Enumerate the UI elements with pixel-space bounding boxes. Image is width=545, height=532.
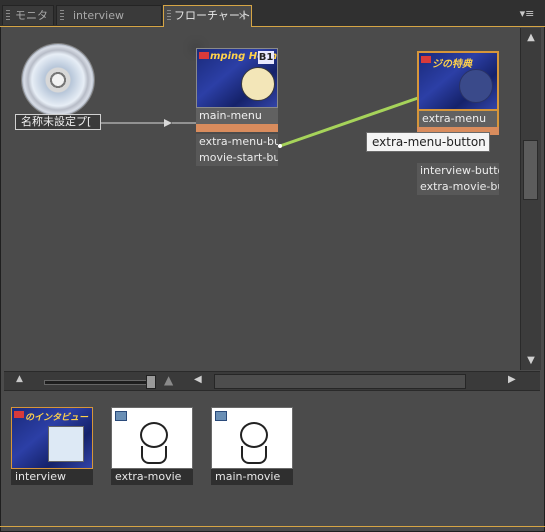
menu-node-title[interactable]: main-menu: [196, 108, 278, 124]
asset-thumbnail: のインタビュー: [11, 407, 93, 469]
dvd-disc-icon[interactable]: [22, 44, 94, 116]
tab-label: モニタ: [15, 9, 48, 22]
character-face-icon: [241, 67, 275, 101]
scroll-down-icon[interactable]: ▼: [524, 354, 538, 368]
flowchart-canvas[interactable]: 名称未設定プ[ mping Hoshi B1 main-menu extra-m…: [4, 28, 520, 370]
tooltip: extra-menu-button: [366, 132, 490, 152]
scroll-up-icon[interactable]: ▲: [524, 31, 538, 45]
menu-tag-icon: [421, 56, 431, 63]
character-body: [141, 446, 167, 464]
tab-label: interview: [73, 9, 124, 22]
asset-thumbnail: [111, 407, 193, 469]
menu-button-row[interactable]: extra-menu-but: [196, 134, 278, 150]
scroll-right-icon[interactable]: ▶: [508, 374, 516, 385]
tab-bar: モニタ interview フローチャート × ▾≡: [0, 0, 545, 27]
panel-menu-icon[interactable]: ▾≡: [515, 7, 539, 21]
thumbnail-title: ジの特典: [432, 59, 472, 70]
menu-node-bar: [196, 124, 278, 132]
zoom-out-icon[interactable]: ▲: [16, 374, 23, 384]
movie-icon: [115, 411, 127, 421]
arrow-head-icon: [164, 119, 172, 127]
asset-thumbnail: [211, 407, 293, 469]
character-body: [241, 446, 267, 464]
link-start-dot: [278, 144, 282, 148]
zoom-slider-thumb[interactable]: [146, 375, 156, 389]
menu-tag-icon: [199, 52, 209, 59]
movie-icon: [215, 411, 227, 421]
grip-icon[interactable]: [60, 10, 64, 22]
scroll-thumb[interactable]: [523, 140, 538, 200]
asset-label: extra-movie: [111, 469, 193, 485]
zoom-slider[interactable]: [44, 380, 154, 385]
tab-interview[interactable]: interview: [56, 5, 162, 25]
menu-node-title[interactable]: extra-menu: [417, 111, 499, 127]
character-face-icon: [240, 422, 268, 448]
menu-button-row[interactable]: interview-butto: [417, 163, 499, 179]
zoom-in-icon[interactable]: ▲: [164, 373, 173, 387]
grip-icon[interactable]: [167, 10, 171, 22]
zoom-scroll-bar: ▲ ▲ ◀ ▶: [4, 371, 540, 391]
asset-strip: のインタビュー interview extra-movie main-movie: [4, 391, 540, 524]
scroll-left-icon[interactable]: ◀: [194, 374, 202, 385]
menu-button-row[interactable]: extra-movie-bu: [417, 179, 499, 195]
asset-item-interview[interactable]: のインタビュー interview: [11, 407, 93, 485]
horizontal-scroll-thumb[interactable]: [214, 374, 466, 389]
grip-icon[interactable]: [6, 10, 10, 22]
menu-badge: B1: [258, 51, 274, 64]
thumbnail-title: のインタビュー: [25, 413, 89, 423]
menu-tag-icon: [14, 411, 24, 418]
character-face-icon: [140, 422, 168, 448]
disc-label[interactable]: 名称未設定プ[: [15, 114, 101, 130]
tab-flowchart[interactable]: フローチャート ×: [163, 5, 252, 27]
asset-item-main-movie[interactable]: main-movie: [211, 407, 293, 485]
close-icon[interactable]: ×: [238, 6, 247, 25]
character-face-icon: [459, 69, 493, 103]
tab-monitor[interactable]: モニタ: [2, 5, 54, 25]
asset-label: interview: [11, 469, 93, 485]
vertical-scrollbar[interactable]: ▲ ▼: [520, 28, 541, 370]
menu-button-row[interactable]: movie-start-bu: [196, 150, 278, 166]
asset-label: main-movie: [211, 469, 293, 485]
flowchart-panel: モニタ interview フローチャート × ▾≡ 名称未設定プ[mping…: [0, 0, 545, 532]
asset-item-extra-movie[interactable]: extra-movie: [111, 407, 193, 485]
menu-thumbnail: ジの特典: [417, 51, 499, 111]
menu-thumbnail: mping Hoshi B1: [196, 48, 278, 108]
panel-border: [0, 526, 545, 527]
interview-photo: [48, 426, 84, 462]
